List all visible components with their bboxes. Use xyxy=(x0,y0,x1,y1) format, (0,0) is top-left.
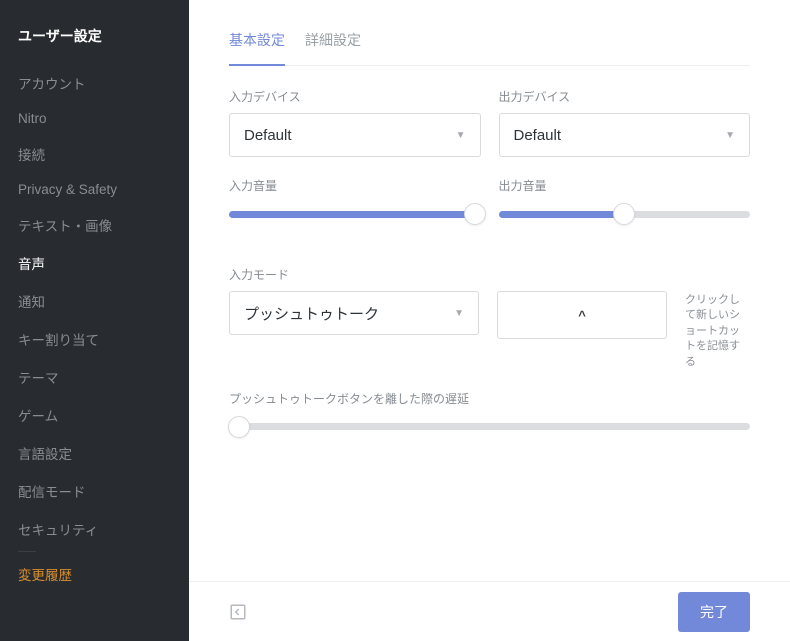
slider-fill xyxy=(229,211,475,218)
sidebar: ユーザー設定 アカウント Nitro 接続 Privacy & Safety テ… xyxy=(0,0,189,641)
footer: 完了 xyxy=(189,581,790,641)
sidebar-separator xyxy=(18,551,36,552)
sidebar-item-label: テキスト・画像 xyxy=(18,219,112,234)
output-device-label: 出力デバイス xyxy=(499,88,751,105)
input-device-label: 入力デバイス xyxy=(229,88,481,105)
output-device-select[interactable]: Default ▼ xyxy=(499,113,751,157)
slider-thumb[interactable] xyxy=(464,203,486,225)
sidebar-item-security[interactable]: セキュリティ xyxy=(0,510,189,548)
sidebar-item-text-images[interactable]: テキスト・画像 xyxy=(0,206,189,244)
sidebar-item-account[interactable]: アカウント xyxy=(0,64,189,102)
slider-thumb[interactable] xyxy=(613,203,635,225)
sidebar-item-label: 通知 xyxy=(18,295,45,310)
sidebar-item-label: キー割り当て xyxy=(18,333,99,348)
chevron-down-icon: ▼ xyxy=(454,308,464,319)
shortcut-glyph: ^ xyxy=(578,308,586,323)
sidebar-item-theme[interactable]: テーマ xyxy=(0,358,189,396)
sidebar-item-label: Privacy & Safety xyxy=(18,182,117,197)
input-mode-value: プッシュトゥトーク xyxy=(244,303,379,324)
done-button[interactable]: 完了 xyxy=(678,592,750,632)
input-mode-select[interactable]: プッシュトゥトーク ▼ xyxy=(229,291,479,335)
input-device-value: Default xyxy=(244,127,292,144)
chevron-down-icon: ▼ xyxy=(725,130,735,141)
input-volume-slider[interactable] xyxy=(229,202,481,226)
tab-basic[interactable]: 基本設定 xyxy=(229,20,285,66)
shortcut-recorder[interactable]: ^ xyxy=(497,291,667,339)
slider-track xyxy=(229,423,750,430)
input-volume-label: 入力音量 xyxy=(229,177,481,194)
sidebar-item-label: ゲーム xyxy=(18,409,58,424)
sidebar-item-notifications[interactable]: 通知 xyxy=(0,282,189,320)
sidebar-item-voice[interactable]: 音声 xyxy=(0,244,189,282)
sidebar-item-label: 接続 xyxy=(18,148,45,163)
sidebar-item-changelog[interactable]: 変更履歴 xyxy=(0,555,189,593)
sidebar-item-label: 言語設定 xyxy=(18,447,72,462)
sidebar-item-label: 配信モード xyxy=(18,485,86,500)
sidebar-item-privacy-safety[interactable]: Privacy & Safety xyxy=(0,173,189,206)
tab-advanced[interactable]: 詳細設定 xyxy=(305,20,361,65)
output-device-value: Default xyxy=(514,127,562,144)
shortcut-hint: クリックして新しいショートカットを記憶する xyxy=(685,291,750,370)
sidebar-item-label: アカウント xyxy=(18,77,86,92)
input-device-select[interactable]: Default ▼ xyxy=(229,113,481,157)
sidebar-item-streamer-mode[interactable]: 配信モード xyxy=(0,472,189,510)
release-delay-label: プッシュトゥトークボタンを離した際の遅延 xyxy=(229,390,750,407)
output-volume-label: 出力音量 xyxy=(499,177,751,194)
slider-thumb[interactable] xyxy=(228,416,250,438)
sidebar-title: ユーザー設定 xyxy=(0,18,189,64)
sidebar-item-keybinds[interactable]: キー割り当て xyxy=(0,320,189,358)
back-icon[interactable] xyxy=(229,603,247,621)
input-mode-label: 入力モード xyxy=(229,266,750,283)
sidebar-item-label: テーマ xyxy=(18,371,59,386)
sidebar-item-language[interactable]: 言語設定 xyxy=(0,434,189,472)
main-panel: 基本設定 詳細設定 入力デバイス Default ▼ 出力デバイス Defaul… xyxy=(189,0,790,641)
chevron-down-icon: ▼ xyxy=(456,130,466,141)
sidebar-item-nitro[interactable]: Nitro xyxy=(0,102,189,135)
sidebar-item-label: 音声 xyxy=(18,257,45,272)
output-volume-slider[interactable] xyxy=(499,202,751,226)
tabs: 基本設定 詳細設定 xyxy=(229,20,750,66)
sidebar-item-games[interactable]: ゲーム xyxy=(0,396,189,434)
sidebar-item-label: Nitro xyxy=(18,111,47,126)
slider-track xyxy=(229,211,481,218)
sidebar-item-connections[interactable]: 接続 xyxy=(0,135,189,173)
sidebar-item-label: セキュリティ xyxy=(18,523,98,538)
release-delay-slider[interactable] xyxy=(229,415,750,439)
sidebar-item-label: 変更履歴 xyxy=(18,568,72,583)
slider-fill xyxy=(499,211,625,218)
